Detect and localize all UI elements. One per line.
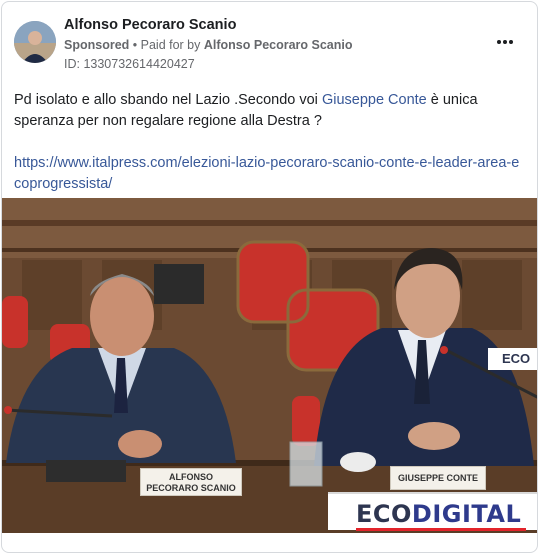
- sponsored-post-card: Alfonso Pecoraro Scanio Sponsored • Paid…: [1, 1, 538, 553]
- separator-dot: •: [129, 38, 141, 52]
- sponsored-label: Sponsored: [64, 38, 130, 52]
- mention-link[interactable]: Giuseppe Conte: [322, 92, 427, 108]
- name-placard-left: ALFONSO PECORARO SCANIO: [140, 468, 242, 496]
- banner-eco: ECO: [356, 500, 412, 528]
- banner-digital: DIGITAL: [411, 500, 522, 528]
- banner-red-bar: [356, 528, 526, 531]
- author-name[interactable]: Alfonso Pecoraro Scanio: [64, 16, 485, 34]
- post-text-part1: Pd isolato e allo sbando nel Lazio .Seco…: [14, 92, 322, 108]
- post-header: Alfonso Pecoraro Scanio Sponsored • Paid…: [14, 16, 525, 72]
- paid-for-label: Paid for by: [140, 38, 204, 52]
- name-placard-right: GIUSEPPE CONTE: [390, 466, 486, 490]
- sponsored-line: Sponsored • Paid for by Alfonso Pecoraro…: [64, 36, 485, 54]
- article-link[interactable]: https://www.italpress.com/elezioni-lazio…: [14, 153, 526, 195]
- placard-left-line1: ALFONSO: [169, 472, 213, 482]
- paid-for-name[interactable]: Alfonso Pecoraro Scanio: [204, 38, 353, 52]
- post-meta: Alfonso Pecoraro Scanio Sponsored • Paid…: [64, 16, 485, 73]
- placard-left-line2: PECORARO SCANIO: [146, 483, 236, 493]
- author-avatar[interactable]: [14, 21, 56, 63]
- more-options-icon[interactable]: [491, 32, 519, 52]
- ecodigital-logo: ECODIGITAL: [356, 500, 521, 528]
- post-text: Pd isolato e allo sbando nel Lazio .Seco…: [14, 90, 526, 195]
- ecodigital-banner: ECODIGITAL: [328, 492, 537, 531]
- eco-small-sign: ECO: [488, 348, 537, 370]
- ad-id: ID: 1330732614420427: [64, 57, 195, 71]
